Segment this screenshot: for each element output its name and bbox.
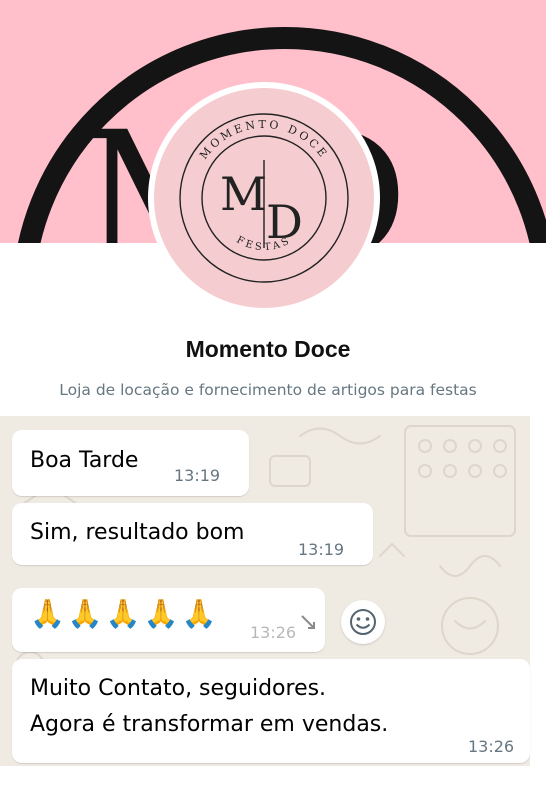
logo-mark: MOMENTO DOCE FESTAS M D bbox=[179, 113, 349, 283]
message-time: 13:26 bbox=[468, 737, 515, 756]
message-bubble[interactable] bbox=[12, 659, 530, 763]
logo-monogram-d: D bbox=[266, 195, 303, 249]
logo-arc-top: MOMENTO DOCE bbox=[197, 118, 328, 162]
message-text: Sim, resultado bom bbox=[30, 520, 245, 545]
business-description: Loja de locação e fornecimento de artigo… bbox=[59, 381, 477, 399]
business-name: Momento Doce bbox=[185, 336, 351, 362]
profile-avatar[interactable]: MOMENTO DOCE FESTAS M D bbox=[148, 82, 380, 314]
message-time: 13:26 bbox=[250, 623, 297, 642]
folded-hands-icon: 🙏🙏🙏🙏🙏 bbox=[30, 597, 220, 630]
message-text-line: Muito Contato, seguidores. bbox=[30, 676, 327, 701]
svg-text:MOMENTO DOCE: MOMENTO DOCE bbox=[197, 118, 331, 162]
message-text: Boa Tarde bbox=[30, 448, 139, 473]
message-time: 13:19 bbox=[298, 540, 345, 559]
emoji-smile-icon bbox=[350, 609, 376, 635]
message-menu-icon[interactable] bbox=[300, 614, 316, 630]
message-time: 13:19 bbox=[174, 466, 221, 485]
message-text-line: Agora é transformar em vendas. bbox=[30, 712, 389, 737]
reaction-button[interactable] bbox=[341, 600, 385, 644]
logo-monogram-m: M bbox=[220, 167, 267, 221]
